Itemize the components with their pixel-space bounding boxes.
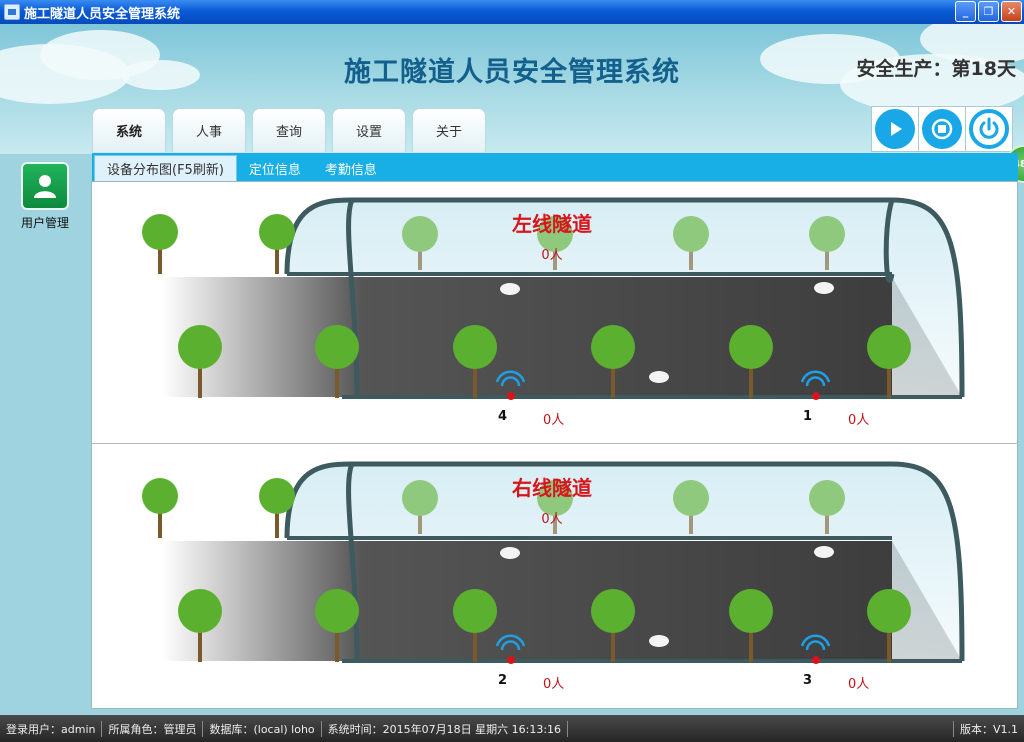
window-title: 施工隧道人员安全管理系统 [24, 6, 181, 22]
tunnel-name: 左线隧道 [512, 212, 592, 236]
tab-about[interactable]: 关于 [412, 108, 486, 152]
status-role: 所属角色：管理员 [102, 720, 204, 737]
minimize-button[interactable]: _ [955, 1, 976, 22]
subtab-location-info[interactable]: 定位信息 [237, 155, 313, 181]
road [162, 277, 962, 397]
close-button[interactable]: ✕ [1001, 1, 1022, 22]
sidebar-item-user-management[interactable]: 用户管理 [14, 162, 76, 231]
device-id[interactable]: 4 [498, 409, 507, 424]
device-map-panel: 左线隧道 0人 4 0人 1 0人 右线隧道 0人 2 0人 3 0人 [91, 181, 1018, 709]
power-icon [979, 117, 999, 139]
tunnel-person-count: 0人 [541, 248, 563, 263]
control-buttons [871, 106, 1013, 152]
device-person-count: 0人 [543, 413, 565, 428]
window-controls: _ ❐ ✕ [955, 1, 1022, 22]
status-bar: 登录用户：admin 所属角色：管理员 数据库：(local) loho 系统时… [0, 715, 1024, 742]
start-button[interactable] [871, 106, 919, 152]
device-id[interactable]: 1 [803, 409, 812, 424]
subtab-attendance-info[interactable]: 考勤信息 [313, 155, 389, 181]
safety-days-counter: 安全生产：第18天 [856, 58, 1016, 80]
play-icon [891, 122, 902, 136]
status-user: 登录用户：admin [0, 720, 103, 737]
status-time: 系统时间：2015年07月18日 星期六 16:13:16 [322, 720, 569, 737]
status-database: 数据库：(local) loho [203, 720, 322, 737]
app-icon [4, 4, 20, 20]
tab-settings[interactable]: 设置 [332, 108, 406, 152]
device-person-count: 0人 [848, 677, 870, 692]
device-person-count: 0人 [848, 413, 870, 428]
tunnel-name: 右线隧道 [512, 476, 592, 500]
road [162, 541, 962, 661]
maximize-button[interactable]: ❐ [978, 1, 999, 22]
main-tabs: 系统 人事 查询 设置 关于 [92, 108, 486, 152]
stop-icon [931, 118, 953, 140]
sub-tabs: 设备分布图(F5刷新) 定位信息 考勤信息 [92, 153, 1018, 181]
tunnel-panel-right: 右线隧道 0人 2 0人 3 0人 [92, 446, 1017, 708]
power-button[interactable] [965, 106, 1013, 152]
stop-button[interactable] [918, 106, 966, 152]
device-id[interactable]: 3 [803, 673, 812, 688]
subtab-device-map[interactable]: 设备分布图(F5刷新) [94, 155, 237, 181]
tab-query[interactable]: 查询 [252, 108, 326, 152]
tab-personnel[interactable]: 人事 [172, 108, 246, 152]
tunnel-person-count: 0人 [541, 512, 563, 527]
device-id[interactable]: 2 [498, 673, 507, 688]
user-icon [21, 162, 69, 210]
tab-system[interactable]: 系统 [92, 108, 166, 152]
tunnel-panel-left: 左线隧道 0人 4 0人 1 0人 [92, 182, 1017, 444]
device-person-count: 0人 [543, 677, 565, 692]
window-titlebar: 施工隧道人员安全管理系统 _ ❐ ✕ [0, 0, 1024, 24]
status-version: 版本：V1.1 [952, 720, 1024, 737]
sidebar-item-label: 用户管理 [20, 216, 69, 230]
